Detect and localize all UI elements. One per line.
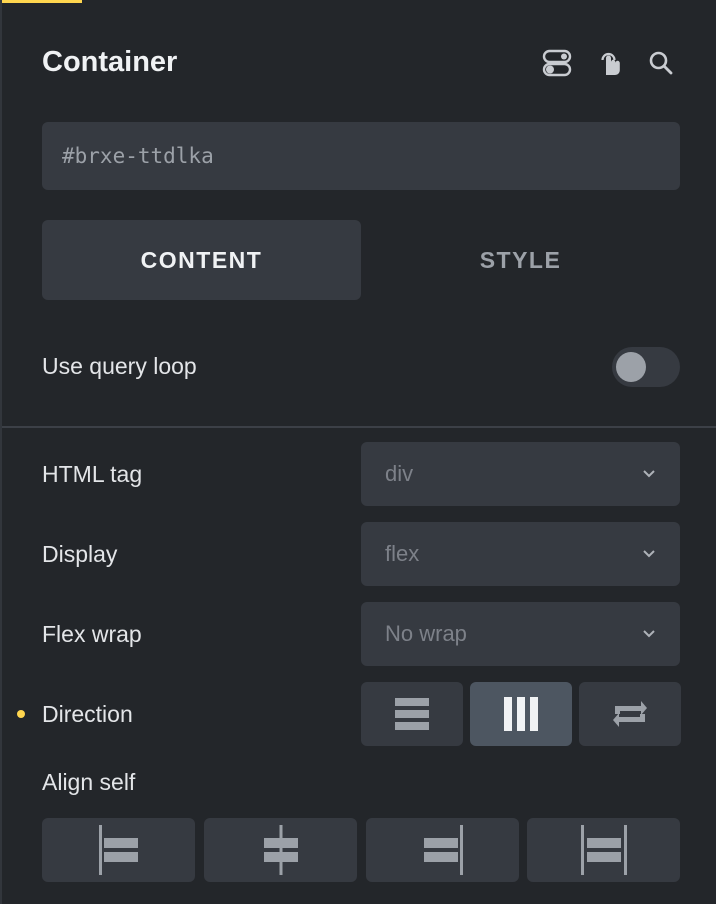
query-loop-toggle[interactable]: [612, 347, 680, 387]
panel-title: Container: [42, 46, 178, 78]
reverse-arrows-icon: [613, 701, 647, 727]
hand-pointer-icon[interactable]: [592, 46, 626, 80]
align-center-icon: [263, 825, 298, 875]
flex-wrap-label: Flex wrap: [42, 621, 142, 647]
element-id-input[interactable]: [42, 122, 680, 190]
display-value: flex: [385, 541, 420, 566]
display-label: Display: [42, 541, 118, 567]
tab-content[interactable]: CONTENT: [42, 220, 361, 300]
html-tag-value: div: [385, 461, 414, 486]
query-loop-label: Use query loop: [42, 353, 197, 379]
align-start-icon: [98, 825, 138, 875]
search-icon[interactable]: [644, 46, 678, 80]
toggle-switch-icon[interactable]: [540, 46, 574, 80]
element-panel: Container CONTENT STYLE Use query loo: [0, 0, 716, 904]
align-stretch-icon: [580, 825, 627, 875]
display-select[interactable]: flex: [361, 522, 680, 586]
rows-icon: [395, 698, 429, 730]
chevron-down-icon: [642, 627, 656, 641]
chevron-down-icon: [642, 467, 656, 481]
direction-column-button[interactable]: [361, 682, 463, 746]
align-self-label: Align self: [42, 769, 136, 795]
section-divider: [2, 426, 716, 428]
flex-wrap-value: No wrap: [385, 621, 467, 646]
align-self-stretch-button[interactable]: [527, 818, 680, 882]
accent-bar: [2, 0, 82, 3]
header-actions: [540, 46, 678, 80]
direction-row-button[interactable]: [470, 682, 572, 746]
chevron-down-icon: [642, 547, 656, 561]
modified-indicator-dot: [17, 710, 25, 718]
direction-label: Direction: [42, 701, 133, 727]
align-end-icon: [423, 825, 463, 875]
html-tag-select[interactable]: div: [361, 442, 680, 506]
tab-style[interactable]: STYLE: [361, 220, 680, 300]
align-self-end-button[interactable]: [366, 818, 519, 882]
flex-wrap-select[interactable]: No wrap: [361, 602, 680, 666]
html-tag-label: HTML tag: [42, 461, 143, 487]
toggle-knob: [616, 352, 646, 382]
columns-icon: [504, 697, 538, 731]
align-self-center-button[interactable]: [204, 818, 357, 882]
align-self-start-button[interactable]: [42, 818, 195, 882]
direction-reverse-button[interactable]: [579, 682, 681, 746]
